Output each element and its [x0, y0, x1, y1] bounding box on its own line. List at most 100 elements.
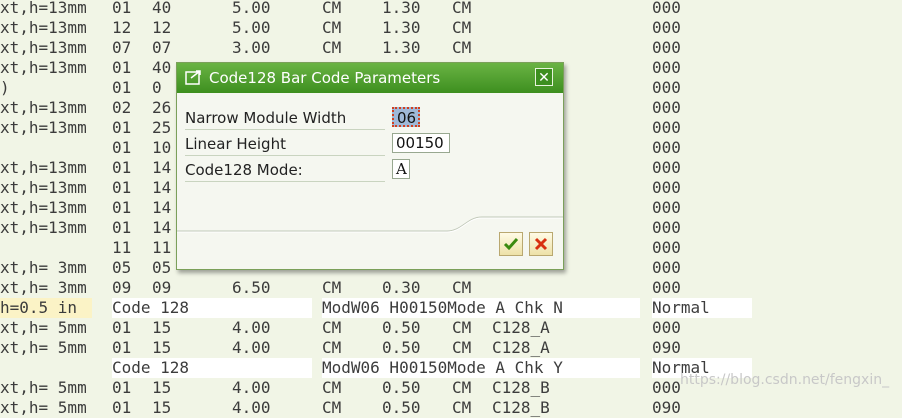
list-cell: 12	[112, 18, 132, 37]
list-cell: Code 128	[112, 358, 312, 378]
list-cell: 000	[652, 138, 681, 157]
list-cell: 000	[652, 0, 681, 17]
cancel-button[interactable]	[529, 232, 553, 256]
list-cell: 000	[652, 158, 681, 177]
list-cell: 10	[152, 138, 172, 157]
list-cell: 000	[652, 218, 681, 237]
list-cell: xt,h=13mm	[0, 178, 87, 197]
list-cell: 26	[152, 98, 172, 117]
list-cell: CM	[322, 18, 342, 37]
list-row: h=0.5 in Code 128 ModW06 H00150Mode A Chk …	[0, 298, 902, 318]
list-cell: 5.00	[232, 18, 271, 37]
list-cell: 11	[152, 238, 172, 257]
list-cell: 01	[112, 398, 132, 417]
list-cell: 15	[152, 318, 172, 337]
list-cell: 000	[652, 118, 681, 137]
list-cell: ModW06 H00150Mode A Chk N	[322, 298, 640, 318]
close-button[interactable]: ✕	[535, 68, 553, 86]
confirm-button[interactable]	[499, 232, 523, 256]
list-cell: h=0.5 in	[0, 298, 92, 318]
list-cell: 4.00	[232, 338, 271, 357]
list-cell: 01	[112, 378, 132, 397]
code128-mode-input[interactable]: A	[392, 159, 410, 179]
list-cell: xt,h= 3mm	[0, 278, 87, 297]
list-cell: 09	[152, 278, 172, 297]
list-cell: 14	[152, 218, 172, 237]
list-cell: xt,h= 5mm	[0, 318, 87, 337]
field-label: Code128 Mode:	[185, 161, 303, 179]
list-cell: CM	[322, 338, 342, 357]
list-cell: 40	[152, 0, 172, 17]
list-cell: xt,h=13mm	[0, 218, 87, 237]
list-cell: CM	[452, 378, 472, 397]
list-cell: 000	[652, 318, 681, 337]
list-cell: CM	[452, 338, 472, 357]
field-row-narrow-width: Narrow Module Width	[185, 107, 385, 130]
list-cell: 000	[652, 98, 681, 117]
list-cell: 000	[652, 18, 681, 37]
list-cell: xt,h=13mm	[0, 98, 87, 117]
list-cell: xt,h=13mm	[0, 18, 87, 37]
list-row: xt,h=13mm 12 12 5.00 CM 1.30 CM 000	[0, 18, 902, 38]
list-cell: CM	[452, 398, 472, 417]
list-cell: 5.00	[232, 0, 271, 17]
list-cell: xt,h= 5mm	[0, 338, 87, 357]
list-cell: 15	[152, 338, 172, 357]
list-cell: 40	[152, 58, 172, 77]
list-row: xt,h= 5mm 01 15 4.00 CM 0.50 CM C128_B 090	[0, 398, 902, 418]
list-row: xt,h=13mm 01 40 5.00 CM 1.30 CM 000	[0, 0, 902, 18]
list-cell: xt,h=13mm	[0, 58, 87, 77]
list-cell: 01	[112, 318, 132, 337]
list-cell: CM	[322, 318, 342, 337]
list-row: xt,h= 5mm 01 15 4.00 CM 0.50 CM C128_A 090	[0, 338, 902, 358]
list-cell: 0	[152, 78, 162, 97]
list-cell: 000	[652, 58, 681, 77]
dialog-titlebar: Code128 Bar Code Parameters ✕	[177, 63, 563, 93]
list-cell: 090	[652, 338, 681, 357]
list-cell: xt,h= 5mm	[0, 398, 87, 417]
list-cell: xt,h= 3mm	[0, 258, 87, 277]
list-cell: 000	[652, 178, 681, 197]
list-cell: xt,h= 5mm	[0, 378, 87, 397]
list-cell: 05	[152, 258, 172, 277]
list-cell: xt,h=13mm	[0, 0, 87, 17]
close-icon: ✕	[538, 70, 550, 86]
list-cell: CM	[452, 18, 472, 37]
list-row: xt,h=13mm 07 07 3.00 CM 1.30 CM 000	[0, 38, 902, 58]
list-cell: C128_B	[492, 398, 550, 417]
list-cell: CM	[452, 0, 472, 17]
list-cell: 000	[652, 238, 681, 257]
watermark: https://blog.csdn.net/fengxin_	[680, 372, 890, 388]
list-cell: xt,h=13mm	[0, 158, 87, 177]
list-cell: CM	[452, 38, 472, 57]
list-cell: 6.50	[232, 278, 271, 297]
list-cell: 15	[152, 398, 172, 417]
cancel-x-icon	[534, 237, 548, 251]
list-cell: 07	[152, 38, 172, 57]
list-row: xt,h= 5mm 01 15 4.00 CM 0.50 CM C128_A 000	[0, 318, 902, 338]
linear-height-input[interactable]: 00150	[392, 133, 450, 153]
list-cell: 25	[152, 118, 172, 137]
field-row-linear-height: Linear Height	[185, 133, 385, 156]
list-cell: 01	[112, 0, 132, 17]
list-cell: 15	[152, 378, 172, 397]
list-cell: 0.50	[382, 318, 421, 337]
narrow-module-width-input[interactable]: 06	[392, 107, 420, 127]
list-cell: CM	[452, 278, 472, 297]
list-cell: Normal	[652, 298, 752, 318]
list-cell: 0.50	[382, 378, 421, 397]
list-cell: xt,h=13mm	[0, 198, 87, 217]
list-cell: 0.30	[382, 278, 421, 297]
list-cell: )	[0, 78, 10, 97]
list-cell: 3.00	[232, 38, 271, 57]
list-cell: CM	[322, 0, 342, 17]
list-cell: 1.30	[382, 0, 421, 17]
list-cell: 09	[112, 278, 132, 297]
list-cell: CM	[452, 318, 472, 337]
list-cell: 1.30	[382, 18, 421, 37]
list-cell: C128_A	[492, 318, 550, 337]
field-row-code128-mode: Code128 Mode:	[185, 159, 385, 182]
list-cell: 4.00	[232, 398, 271, 417]
list-cell: 0.50	[382, 338, 421, 357]
list-cell: 000	[652, 258, 681, 277]
